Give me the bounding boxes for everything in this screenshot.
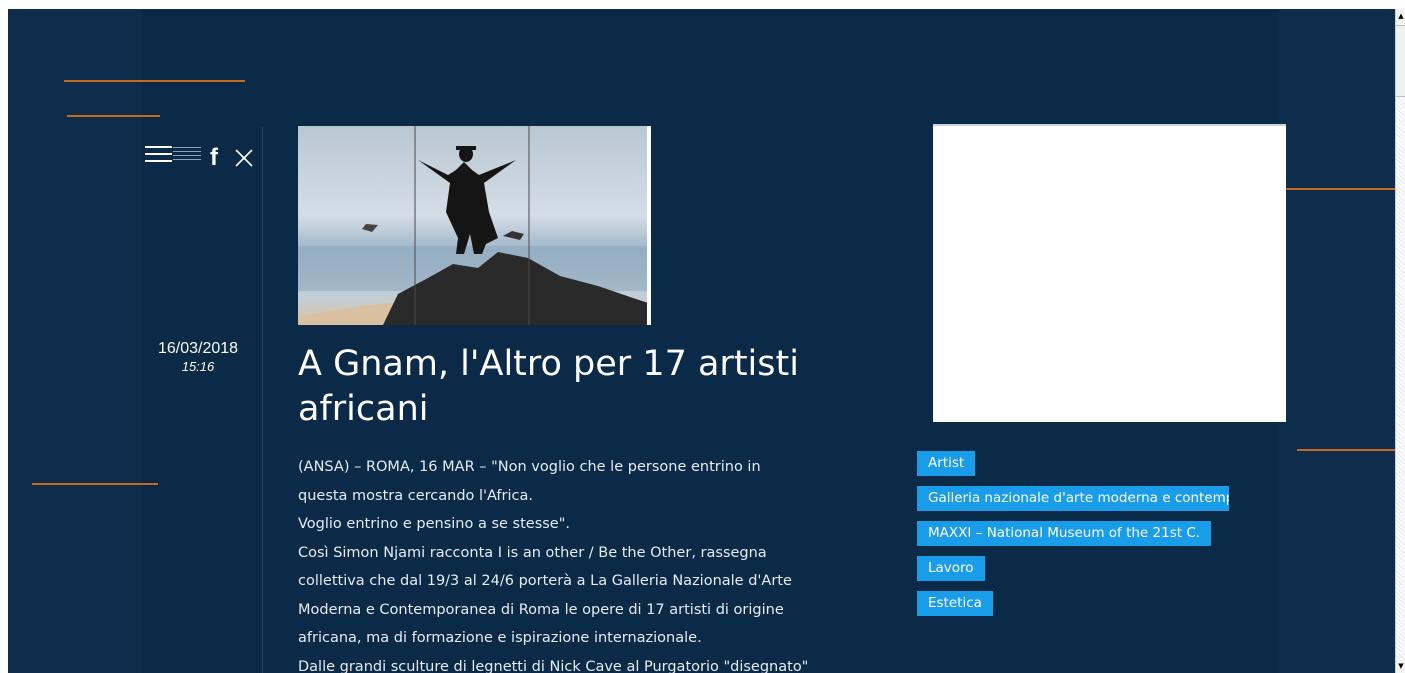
close-icon[interactable]	[233, 147, 255, 169]
article-title: A Gnam, l'Altro per 17 artisti africani	[298, 344, 799, 429]
scroll-up-arrow-icon[interactable]: ▲	[1396, 9, 1405, 23]
hamburger-menu-icon[interactable]	[145, 143, 201, 165]
tag-list: Artist Galleria nazionale d'arte moderna…	[917, 451, 1247, 626]
decorative-line	[32, 483, 158, 485]
article-hero-image	[298, 126, 651, 325]
advertisement-placeholder[interactable]	[933, 124, 1286, 422]
decorative-line	[1297, 449, 1395, 451]
decorative-line	[67, 115, 160, 117]
scrollbar-thumb[interactable]	[1396, 25, 1405, 97]
article-paragraph: Moderna e Contemporanea di Roma le opere…	[298, 601, 784, 618]
scroll-down-arrow-icon[interactable]: ▼	[1396, 659, 1405, 673]
article-paragraph: africana, ma di formazione e ispirazione…	[298, 630, 702, 646]
article-date: 16/03/2018 15:16	[148, 339, 248, 375]
tag-link[interactable]: Estetica	[917, 591, 993, 616]
article-time: 15:16	[181, 359, 215, 374]
sidebar-divider	[262, 127, 263, 673]
tag-link[interactable]: Lavoro	[917, 556, 985, 581]
vertical-scrollbar[interactable]: ▲ ▼	[1395, 9, 1405, 673]
article-paragraph: collettiva che dal 19/3 al 24/6 porterà …	[298, 573, 792, 589]
tag-link[interactable]: MAXXI – National Museum of the 21st C.	[917, 521, 1212, 546]
tag-link[interactable]: Galleria nazionale d'arte moderna e cont…	[917, 486, 1229, 511]
article-body: (ANSA) – ROMA, 16 MAR – "Non voglio che …	[298, 453, 898, 673]
decorative-line	[64, 80, 245, 82]
tag-link[interactable]: Artist	[917, 451, 976, 476]
article-paragraph: Così Simon Njami racconta I is an other …	[298, 544, 767, 561]
article-paragraph: Voglio entrino e pensino a se stesse".	[298, 516, 571, 532]
facebook-icon[interactable]: f	[210, 143, 218, 173]
article-paragraph: (ANSA) – ROMA, 16 MAR – "Non voglio che …	[298, 459, 761, 475]
page-viewport: f 16/03/2018 15:16 A Gnam, l'Altro per 1…	[8, 9, 1395, 673]
article-paragraph: Dalle grandi sculture di legnetti di Nic…	[298, 658, 809, 673]
article-paragraph: questa mostra cercando l'Africa.	[298, 487, 533, 504]
article-date-day: 16/03/2018	[157, 340, 239, 357]
